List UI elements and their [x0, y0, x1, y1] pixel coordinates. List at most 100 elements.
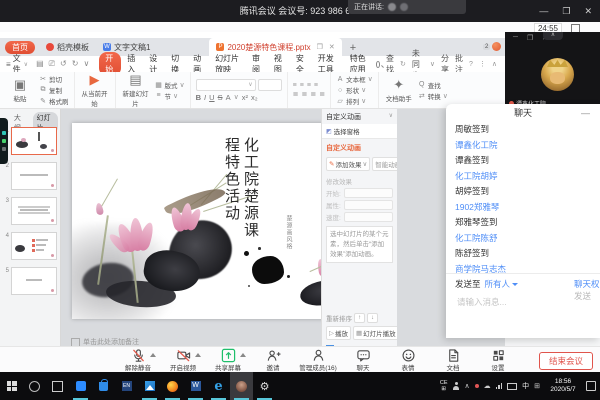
- wps-ribbon: ▣ 粘贴 ✂剪切 ⧉复制 ✎格式刷 ▶ 从当前开始 ▤ 新建幻灯片: [0, 72, 505, 109]
- more-icon[interactable]: ⋮: [479, 60, 486, 68]
- shape-button[interactable]: ○形状∨: [336, 85, 373, 95]
- caret-up-icon[interactable]: [195, 353, 201, 357]
- touch-keyboard-icon[interactable]: ⊞: [534, 382, 540, 390]
- chat-input[interactable]: [455, 296, 589, 308]
- chat-title: 聊天: [514, 108, 532, 118]
- pin-icon[interactable]: [475, 384, 479, 388]
- font-size-select[interactable]: [258, 79, 282, 91]
- chat-footer: 发送至 所有人 聊天权限 发送: [446, 273, 600, 308]
- photos-app[interactable]: [138, 372, 161, 400]
- invite-button[interactable]: 邀请: [257, 348, 289, 372]
- hidden-icons-chevron[interactable]: ∧: [465, 382, 470, 390]
- video-maximize-icon[interactable]: ❐: [527, 34, 533, 42]
- network-icon[interactable]: [496, 383, 503, 390]
- chat-panel: 聊天 — 周敏签到谭鑫化工院谭鑫签到化工院胡婷胡婷签到1902郑雅琴郑雅琴签到化…: [446, 104, 600, 338]
- cloud-icon[interactable]: ☁: [484, 382, 491, 390]
- settings-button[interactable]: 设置: [482, 348, 514, 372]
- paste-button[interactable]: ▣ 粘贴: [5, 78, 35, 103]
- settings-app[interactable]: ⚙: [253, 372, 276, 400]
- arrange-icon: ▱: [336, 97, 344, 105]
- chat-button[interactable]: 聊天: [347, 348, 379, 372]
- firefox-app[interactable]: [161, 372, 184, 400]
- language-indicator[interactable]: 中: [522, 381, 529, 391]
- meeting-floating-widget[interactable]: [0, 118, 8, 164]
- move-down-button[interactable]: ↓: [367, 313, 378, 323]
- slide-subtitle[interactable]: 楚源画风格: [284, 215, 293, 257]
- font-family-select[interactable]: [196, 79, 256, 91]
- word-app[interactable]: W: [184, 372, 207, 400]
- ribbon-find-button[interactable]: Q查找: [418, 80, 448, 90]
- close-button[interactable]: ✕: [584, 6, 592, 17]
- move-up-button[interactable]: ↑: [354, 313, 365, 323]
- ime-indicator[interactable]: CE⊞: [440, 380, 448, 392]
- cut-button[interactable]: ✂剪切: [39, 74, 69, 84]
- search-icon[interactable]: [376, 61, 380, 68]
- task-view-button[interactable]: [46, 372, 69, 400]
- chat-minimize-button[interactable]: —: [581, 104, 590, 122]
- ime-en-app[interactable]: EN: [115, 372, 138, 400]
- share-screen-button[interactable]: 共享屏幕: [212, 348, 244, 372]
- close-tab-icon[interactable]: ✕: [329, 43, 335, 51]
- maximize-button[interactable]: ❐: [562, 6, 570, 17]
- start-select: [344, 188, 393, 198]
- play-from-current-button[interactable]: ▶ 从当前开始: [80, 73, 110, 108]
- slide-thumbnail[interactable]: 5: [2, 267, 60, 295]
- popout-icon[interactable]: ❐: [317, 43, 323, 51]
- tab-docer[interactable]: 稻壳模板: [39, 38, 96, 56]
- doc-assistant-button[interactable]: ✦ 文档助手: [384, 78, 414, 103]
- docs-button[interactable]: 文档: [437, 348, 469, 372]
- slide-thumbnail[interactable]: 2: [2, 162, 60, 190]
- action-center-icon[interactable]: [586, 381, 596, 391]
- font-style-buttons[interactable]: BIUSA∨x²x₂: [196, 93, 282, 102]
- store-app[interactable]: [92, 372, 115, 400]
- modify-effect-label: 修改效果: [322, 173, 397, 187]
- collapse-ribbon-icon[interactable]: ∧: [492, 60, 497, 68]
- tencent-meeting-app[interactable]: [69, 372, 92, 400]
- arrange-button[interactable]: ▱排列∨: [336, 96, 373, 106]
- video-minimize-icon[interactable]: ─: [513, 34, 518, 42]
- meeting-substrip: [0, 22, 600, 32]
- slide-title[interactable]: 化工院楚源课程特色活动: [222, 137, 260, 249]
- smart-animation-button[interactable]: 智能动画: [372, 157, 397, 171]
- wps-menubar: 文件 ▤⎚↺↻∨ 开始插入设计切换动画幻灯片放映审阅视图安全开发工具特色应用 查…: [0, 56, 505, 72]
- end-meeting-button[interactable]: 结束会议: [539, 352, 593, 370]
- selection-pane-button[interactable]: 选择窗格: [322, 124, 397, 139]
- clock[interactable]: 18:562020/5/7: [545, 378, 581, 394]
- copy-button[interactable]: ⧉复制: [39, 85, 69, 95]
- slide-thumbnail[interactable]: 4: [2, 232, 60, 260]
- convert-button[interactable]: ⇄转换∨: [418, 91, 448, 101]
- play-button[interactable]: ▷播放: [326, 326, 351, 340]
- chat-permission-button[interactable]: 聊天权限: [574, 278, 600, 290]
- quick-access-icons[interactable]: ▤⎚↺↻∨: [36, 59, 89, 69]
- caret-up-icon[interactable]: [150, 353, 156, 357]
- cortana-button[interactable]: [23, 372, 46, 400]
- edge-app[interactable]: e: [207, 372, 230, 400]
- textbox-button[interactable]: A文本框∨: [336, 74, 373, 84]
- unmute-button[interactable]: 解除静音: [122, 348, 154, 372]
- collapse-video-button[interactable]: ∧: [543, 32, 563, 40]
- send-to-select[interactable]: 所有人: [485, 278, 511, 290]
- display-icon[interactable]: [507, 383, 517, 390]
- paragraph-buttons[interactable]: ≡≡≡≡ ≣≣≣≣: [293, 82, 326, 98]
- caret-up-icon[interactable]: [240, 353, 246, 357]
- people-icon[interactable]: [453, 382, 460, 390]
- send-button[interactable]: 发送: [574, 290, 591, 302]
- slideshow-button[interactable]: ▦幻灯片播放: [353, 326, 397, 340]
- format-painter-button[interactable]: ✎格式刷: [39, 96, 69, 106]
- layout-button[interactable]: ▦版式∨: [155, 80, 185, 90]
- start-video-button[interactable]: 开启视频: [167, 348, 199, 372]
- minimize-button[interactable]: —: [539, 6, 548, 16]
- slide-thumbnail[interactable]: 1: [2, 127, 60, 155]
- start-button[interactable]: [0, 372, 23, 400]
- chat-message-list[interactable]: 周敏签到谭鑫化工院谭鑫签到化工院胡婷胡婷签到1902郑雅琴郑雅琴签到化工院陈舒陈…: [446, 122, 600, 273]
- slide-thumbnail[interactable]: 3: [2, 197, 60, 225]
- add-effect-button[interactable]: ✎添加效果∨: [326, 157, 370, 171]
- help-icon[interactable]: ?: [469, 61, 473, 68]
- manage-members-button[interactable]: 管理成员(16): [302, 348, 334, 372]
- user-avatar-app[interactable]: [230, 372, 253, 400]
- animation-hint: 选中幻灯片的某个元素，然后单击“添加效果”添加动画。: [326, 226, 393, 263]
- new-slide-button[interactable]: ▤ 新建幻灯片: [121, 73, 151, 108]
- section-button[interactable]: ≡节∨: [155, 91, 185, 101]
- emoji-button[interactable]: 表情: [392, 348, 424, 372]
- video-panel: ─ ❐ ✕ ∧ 谭鑫化工院: [505, 32, 600, 110]
